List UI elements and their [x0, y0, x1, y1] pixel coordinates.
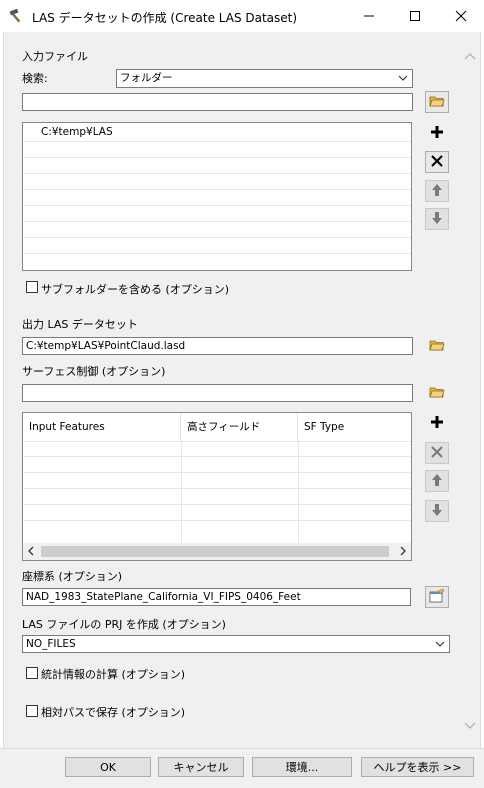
coordsys-field[interactable]: NAD_1983_StatePlane_California_VI_FIPS_0… — [22, 588, 411, 606]
search-type-select[interactable]: フォルダー — [116, 69, 413, 88]
column-header-sf-type[interactable]: SF Type — [298, 413, 411, 441]
ok-button[interactable]: OK — [65, 757, 151, 777]
arrow-up-icon — [431, 183, 443, 200]
prj-label: LAS ファイルの PRJ を作成 (オプション) — [22, 618, 226, 631]
horizontal-scrollbar[interactable] — [23, 543, 411, 560]
browse-output-button[interactable] — [425, 335, 449, 357]
cancel-button[interactable]: キャンセル — [158, 757, 244, 777]
minimize-button[interactable] — [346, 0, 392, 32]
add-surface-button[interactable] — [425, 412, 449, 434]
output-dataset-label: 出力 LAS データセット — [22, 318, 138, 331]
search-label: 検索: — [22, 72, 48, 85]
properties-icon — [429, 588, 445, 606]
remove-file-button[interactable] — [425, 151, 449, 173]
relative-paths-label: 相対パスで保存 (オプション) — [41, 706, 186, 719]
open-folder-icon — [429, 94, 445, 111]
column-header-height-field[interactable]: 高さフィールド — [181, 413, 298, 441]
scrollbar-thumb[interactable] — [41, 546, 389, 557]
delete-x-icon — [430, 445, 444, 462]
scroll-right-icon[interactable] — [399, 546, 407, 559]
search-type-value: フォルダー — [120, 72, 173, 84]
input-path-field[interactable] — [22, 93, 413, 111]
include-subfolders-label: サブフォルダーを含める (オプション) — [41, 283, 230, 296]
move-down-button[interactable] — [425, 208, 449, 230]
hammer-icon — [9, 8, 25, 27]
window-title: LAS データセットの作成 (Create LAS Dataset) — [32, 11, 298, 25]
coordsys-label: 座標系 (オプション) — [22, 570, 123, 583]
chevron-down-icon — [435, 638, 445, 652]
surface-table[interactable]: Input Features 高さフィールド SF Type — [22, 412, 412, 561]
arrow-down-icon — [431, 211, 443, 228]
prj-select-value: NO_FILES — [26, 638, 76, 650]
show-help-button[interactable]: ヘルプを表示 >> — [361, 757, 474, 777]
input-files-label: 入力ファイル — [22, 50, 88, 63]
include-subfolders-checkbox[interactable] — [26, 281, 38, 293]
surface-input-field[interactable] — [22, 384, 413, 402]
input-files-list[interactable]: C:¥temp¥LAS — [22, 122, 412, 271]
move-surface-down-button[interactable] — [425, 500, 449, 522]
coordsys-properties-button[interactable] — [425, 586, 449, 608]
move-surface-up-button[interactable] — [425, 470, 449, 492]
open-folder-icon — [429, 338, 445, 355]
scroll-up-icon[interactable] — [464, 50, 476, 63]
compute-stats-label: 統計情報の計算 (オプション) — [41, 668, 186, 681]
environments-button[interactable]: 環境... — [252, 757, 352, 777]
compute-stats-checkbox[interactable] — [26, 667, 38, 679]
delete-x-icon — [430, 154, 444, 171]
chevron-down-icon — [398, 72, 408, 87]
remove-surface-button[interactable] — [425, 442, 449, 464]
add-file-button[interactable] — [425, 122, 449, 144]
surface-control-label: サーフェス制御 (オプション) — [22, 365, 166, 378]
prj-select[interactable]: NO_FILES — [22, 635, 450, 653]
open-folder-icon — [429, 385, 445, 402]
browse-folder-button[interactable] — [425, 91, 449, 113]
browse-surface-button[interactable] — [425, 382, 449, 404]
column-header-input-features[interactable]: Input Features — [23, 413, 181, 441]
plus-icon — [430, 125, 444, 142]
button-bar: OK キャンセル 環境... ヘルプを表示 >> — [0, 748, 484, 788]
title-bar: LAS データセットの作成 (Create LAS Dataset) — [0, 0, 484, 32]
maximize-button[interactable] — [392, 0, 438, 32]
list-item[interactable]: C:¥temp¥LAS — [41, 126, 113, 138]
arrow-down-icon — [431, 503, 443, 520]
relative-paths-checkbox[interactable] — [26, 705, 38, 717]
scroll-down-icon[interactable] — [464, 720, 476, 733]
output-dataset-field[interactable]: C:¥temp¥LAS¥PointClaud.lasd — [22, 337, 413, 355]
move-up-button[interactable] — [425, 180, 449, 202]
plus-icon — [430, 415, 444, 432]
arrow-up-icon — [431, 473, 443, 490]
scroll-left-icon[interactable] — [27, 546, 35, 559]
close-button[interactable] — [438, 0, 484, 32]
